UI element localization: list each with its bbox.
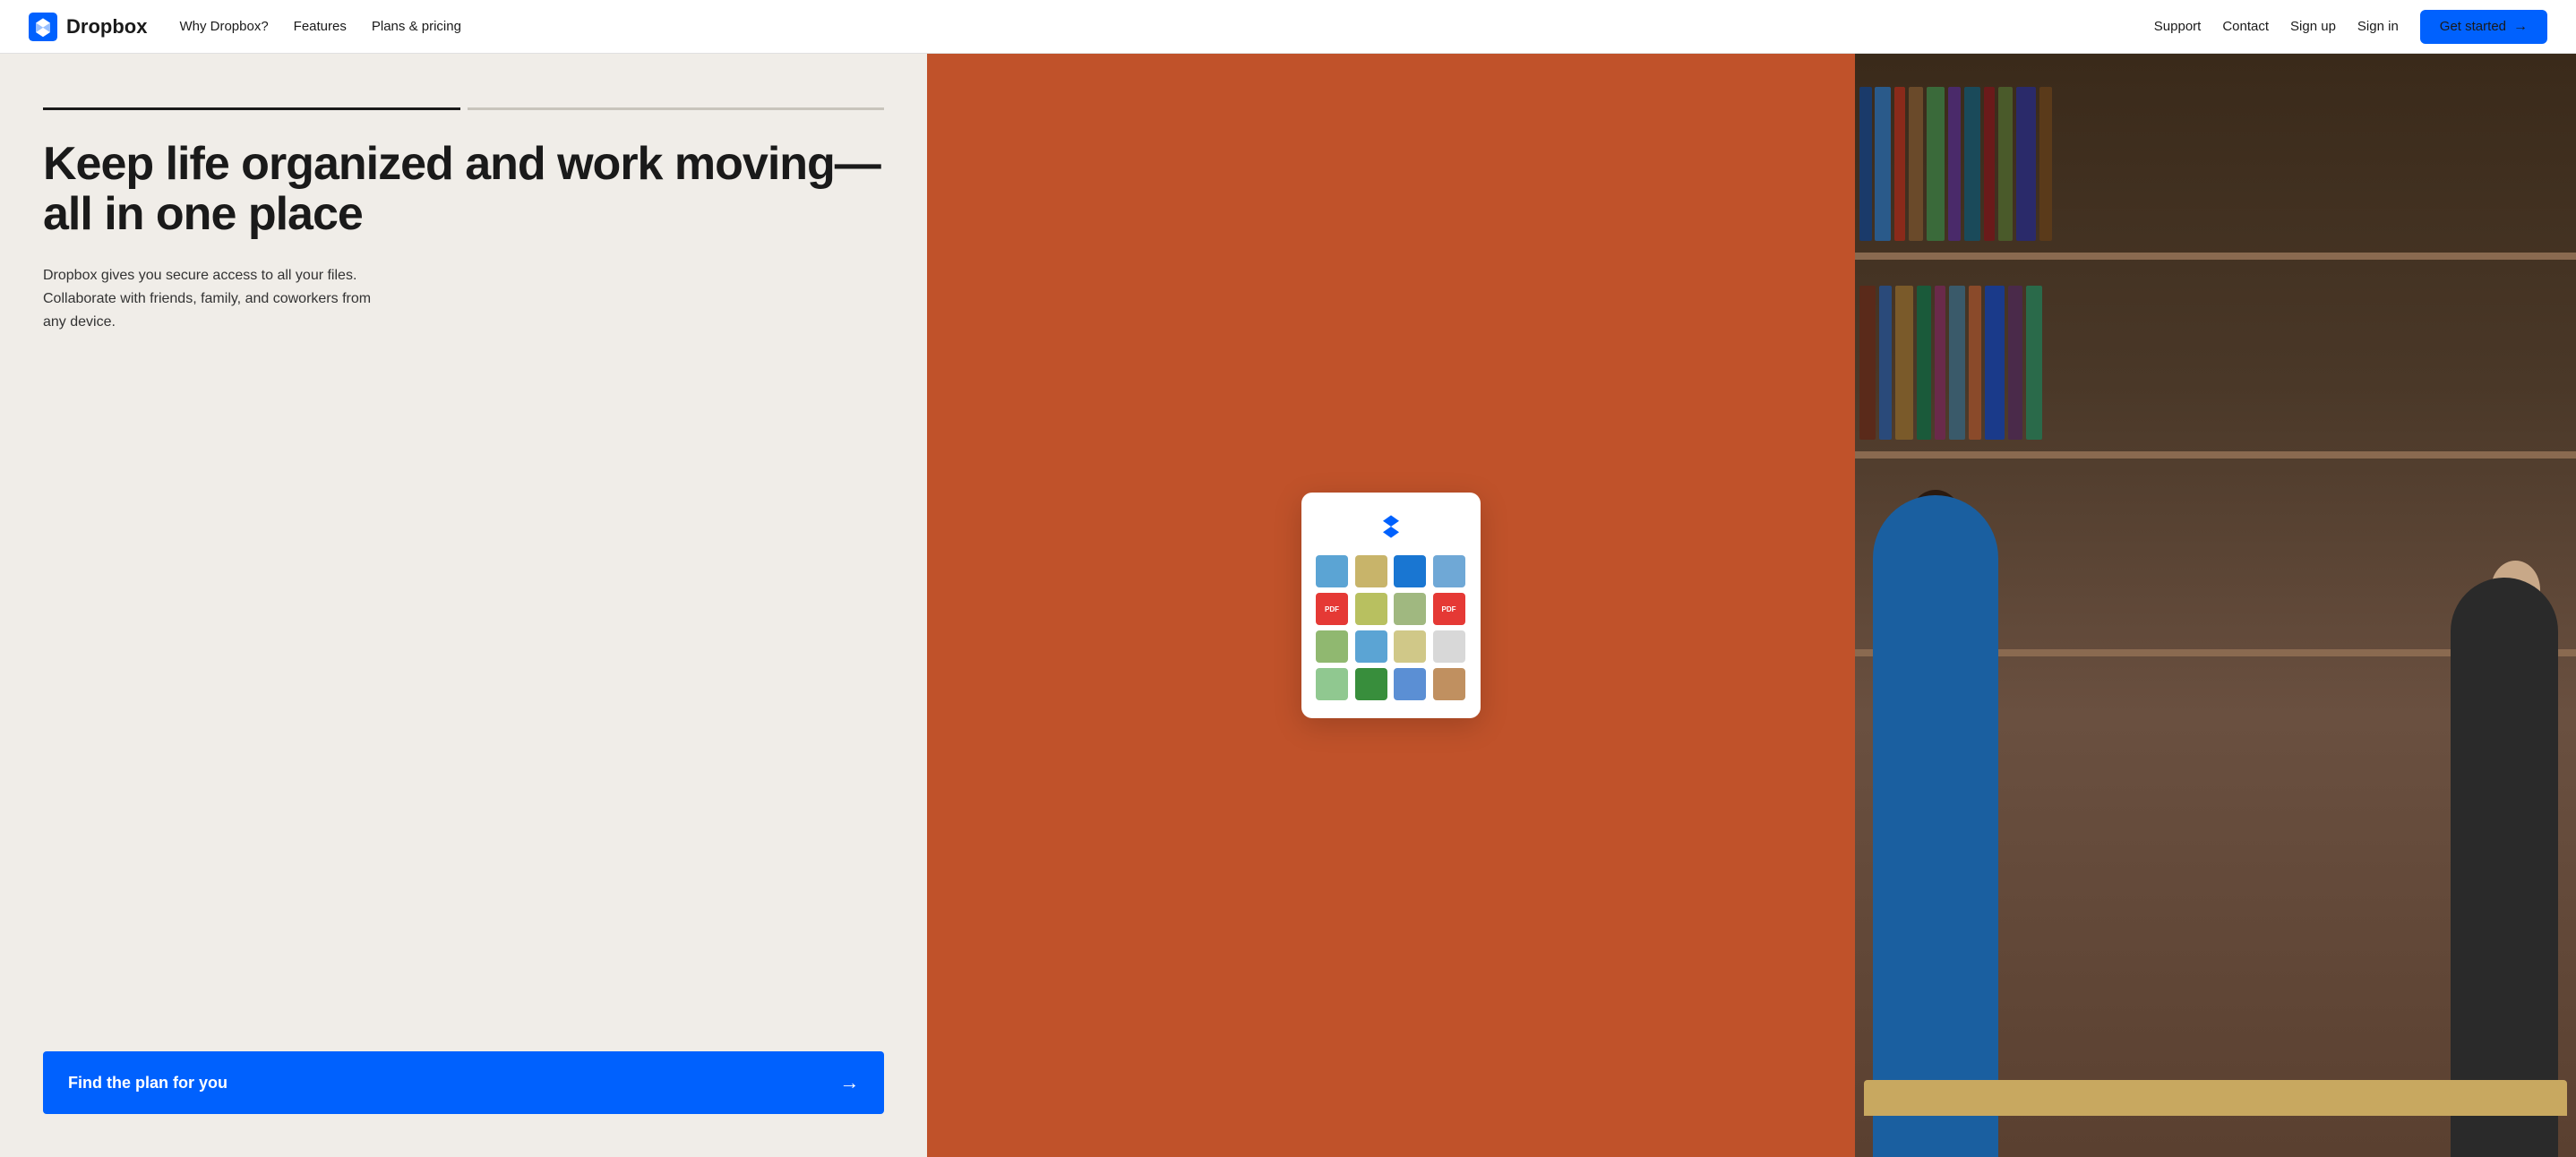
nav-links-right: Support Contact Sign up Sign in Get star… (2154, 10, 2547, 44)
file-tile-15 (1394, 668, 1426, 700)
hero-left-panel: Keep life organized and work moving— all… (0, 54, 927, 1157)
file-tile-4 (1433, 555, 1465, 587)
cta-arrow: → (839, 1071, 859, 1094)
cta-label: Find the plan for you (68, 1074, 228, 1093)
get-started-button[interactable]: Get started → (2420, 10, 2547, 44)
file-tile-9 (1316, 630, 1348, 663)
hero-tab-1[interactable] (43, 107, 460, 110)
file-tile-13 (1316, 668, 1348, 700)
file-tile-7 (1394, 593, 1426, 625)
file-tile-2 (1355, 555, 1387, 587)
nav-support[interactable]: Support (2154, 19, 2202, 34)
file-tile-14 (1355, 668, 1387, 700)
person-left-body (1873, 495, 1998, 1157)
dropbox-logo-icon (29, 13, 57, 41)
find-plan-cta[interactable]: Find the plan for you → (43, 1051, 884, 1114)
file-tile-5: PDF (1316, 593, 1348, 625)
file-grid: PDF PDF (1316, 555, 1466, 700)
file-tile-11 (1394, 630, 1426, 663)
phone-mockup: PDF PDF (1301, 493, 1481, 718)
phone-dropbox-logo (1375, 510, 1407, 543)
nav-why-dropbox[interactable]: Why Dropbox? (179, 19, 268, 34)
file-tile-3 (1394, 555, 1426, 587)
nav-contact[interactable]: Contact (2222, 19, 2269, 34)
logo-link[interactable]: Dropbox (29, 13, 147, 41)
hero-tab-2[interactable] (468, 107, 885, 110)
hero-tabs (43, 107, 884, 110)
file-tile-12 (1433, 630, 1465, 663)
hero-headline: Keep life organized and work moving— all… (43, 139, 884, 239)
hero-center-panel: PDF PDF (927, 54, 1854, 1157)
nav-links-left: Why Dropbox? Features Plans & pricing (179, 19, 460, 34)
file-tile-10 (1355, 630, 1387, 663)
logo-text: Dropbox (66, 15, 147, 39)
file-tile-1 (1316, 555, 1348, 587)
people-area (1855, 330, 2576, 1157)
file-tile-16 (1433, 668, 1465, 700)
nav-features[interactable]: Features (294, 19, 347, 34)
navbar: Dropbox Why Dropbox? Features Plans & pr… (0, 0, 2576, 54)
laptop (1864, 1080, 2567, 1116)
file-tile-8: PDF (1433, 593, 1465, 625)
nav-plans-pricing[interactable]: Plans & pricing (372, 19, 461, 34)
file-tile-6 (1355, 593, 1387, 625)
person-right-body (2451, 578, 2558, 1157)
get-started-arrow: → (2513, 19, 2528, 35)
hero-subtext: Dropbox gives you secure access to all y… (43, 264, 383, 333)
hero-right-panel (1855, 54, 2576, 1157)
hero-section: Keep life organized and work moving— all… (0, 54, 2576, 1157)
nav-sign-up[interactable]: Sign up (2290, 19, 2336, 34)
nav-sign-in[interactable]: Sign in (2357, 19, 2399, 34)
